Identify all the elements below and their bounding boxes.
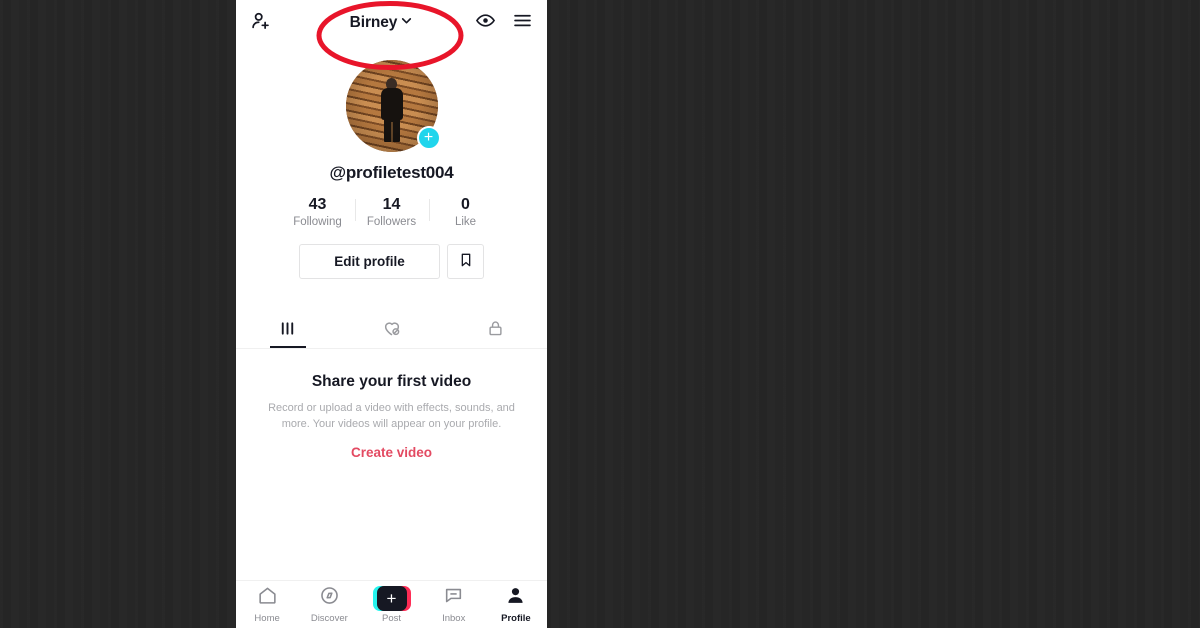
person-icon: [505, 585, 526, 611]
post-plus-glyph: +: [376, 585, 407, 611]
nav-label: Profile: [501, 613, 531, 625]
stat-label: Like: [454, 216, 477, 229]
plus-icon: +: [372, 585, 411, 611]
account-name: Birney: [349, 14, 398, 31]
nav-item-profile[interactable]: Profile: [485, 581, 547, 628]
tab-liked[interactable]: [340, 313, 444, 348]
edit-profile-button[interactable]: Edit profile: [299, 244, 440, 280]
stat-value: 14: [382, 196, 401, 213]
top-bar-right: [469, 10, 533, 36]
nav-label: Home: [254, 613, 280, 625]
nav-item-inbox[interactable]: Inbox: [423, 581, 485, 628]
nav-label: Post: [382, 612, 402, 624]
person-add-icon[interactable]: [250, 10, 272, 37]
bookmarks-button[interactable]: [447, 244, 484, 280]
tab-videos[interactable]: [236, 313, 340, 349]
stat-following[interactable]: 43 Following: [281, 196, 355, 228]
compass-icon: [319, 585, 340, 611]
stat-value: 43: [308, 196, 327, 213]
backdrop-texture: [0, 0, 1200, 628]
message-icon: [443, 585, 464, 611]
top-bar: Birney: [236, 0, 547, 46]
hamburger-menu-icon[interactable]: [512, 10, 533, 36]
nav-label: Discover: [310, 613, 348, 625]
add-avatar-badge[interactable]: +: [416, 126, 441, 150]
screenshot-root: Birney + @profiletest004 43 Following 14…: [0, 0, 1200, 628]
account-switcher[interactable]: Birney: [294, 14, 469, 32]
profile-handle: @profiletest004: [329, 163, 454, 182]
heart-hidden-icon: [382, 318, 402, 343]
eye-icon[interactable]: [475, 10, 496, 36]
profile-tabs: [236, 313, 547, 350]
nav-label: Inbox: [442, 613, 466, 625]
nav-item-discover[interactable]: Discover: [298, 581, 360, 628]
profile-bio: [236, 289, 547, 303]
stat-followers[interactable]: 14 Followers: [354, 196, 429, 229]
avatar[interactable]: +: [345, 60, 441, 152]
lock-icon: [486, 319, 505, 343]
phone-screen: Birney + @profiletest004 43 Following 14…: [236, 0, 547, 628]
empty-state-description: Record or upload a video with effects, s…: [268, 402, 515, 431]
profile-stats: 43 Following 14 Followers 0 Like: [236, 196, 547, 228]
stat-likes[interactable]: 0 Like: [428, 196, 503, 229]
create-video-link[interactable]: Create video: [351, 445, 432, 460]
nav-item-home[interactable]: Home: [236, 581, 298, 628]
nav-item-post[interactable]: + Post: [360, 581, 422, 628]
bottom-navigation: Home Discover + Post Inbox Profile: [236, 580, 547, 628]
grid-posts-icon: [278, 319, 297, 343]
empty-state: Share your first video Record or upload …: [236, 349, 547, 462]
stat-label: Following: [293, 216, 342, 229]
stat-label: Followers: [366, 216, 417, 229]
stat-value: 0: [461, 196, 470, 213]
home-icon: [257, 585, 278, 611]
bookmark-icon: [458, 252, 474, 271]
top-bar-left: [250, 10, 294, 37]
profile-actions: Edit profile: [236, 244, 547, 280]
tab-private[interactable]: [443, 313, 547, 348]
chevron-down-icon: [400, 14, 413, 32]
empty-state-title: Share your first video: [311, 373, 472, 391]
